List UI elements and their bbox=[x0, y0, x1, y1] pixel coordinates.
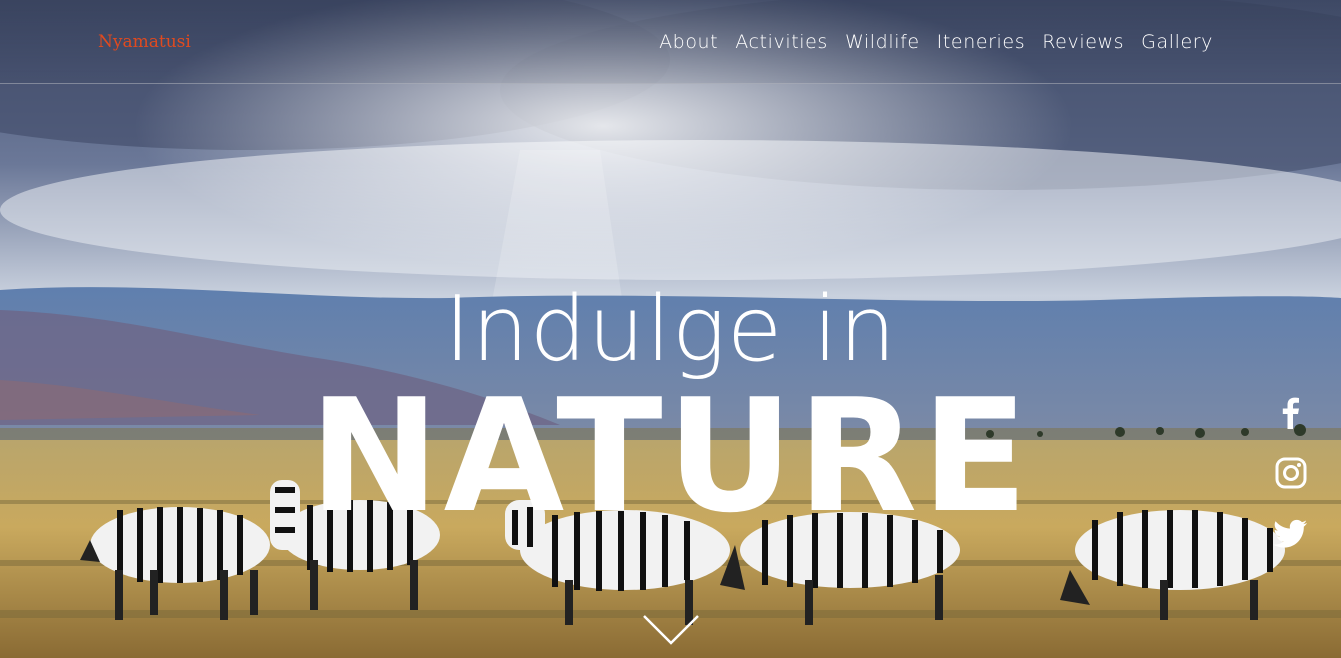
nav-link-iteneries[interactable]: Iteneries bbox=[937, 31, 1026, 53]
nav-link-gallery[interactable]: Gallery bbox=[1141, 31, 1213, 53]
nav-link-reviews[interactable]: Reviews bbox=[1042, 31, 1124, 53]
instagram-icon bbox=[1275, 457, 1307, 489]
chevron-down-icon[interactable] bbox=[641, 612, 701, 648]
nav-link-wildlife[interactable]: Wildlife bbox=[845, 31, 920, 53]
hero-headline-line1: Indulge in bbox=[444, 277, 897, 382]
facebook-link[interactable] bbox=[1273, 395, 1309, 435]
nav-menu: About Activities Wildlife Iteneries Revi… bbox=[659, 31, 1213, 53]
facebook-icon bbox=[1282, 397, 1299, 429]
nav-link-activities[interactable]: Activities bbox=[735, 31, 828, 53]
social-links bbox=[1273, 395, 1309, 575]
hero-headline-line2: NATURE bbox=[309, 365, 1032, 547]
twitter-icon bbox=[1273, 519, 1307, 548]
nav-link-about[interactable]: About bbox=[659, 31, 718, 53]
instagram-link[interactable] bbox=[1273, 455, 1309, 495]
hero-section: Nyamatusi About Activities Wildlife Iten… bbox=[0, 0, 1341, 658]
top-navbar: Nyamatusi About Activities Wildlife Iten… bbox=[0, 0, 1341, 84]
brand-logo[interactable]: Nyamatusi bbox=[98, 32, 191, 52]
twitter-link[interactable] bbox=[1273, 515, 1309, 555]
